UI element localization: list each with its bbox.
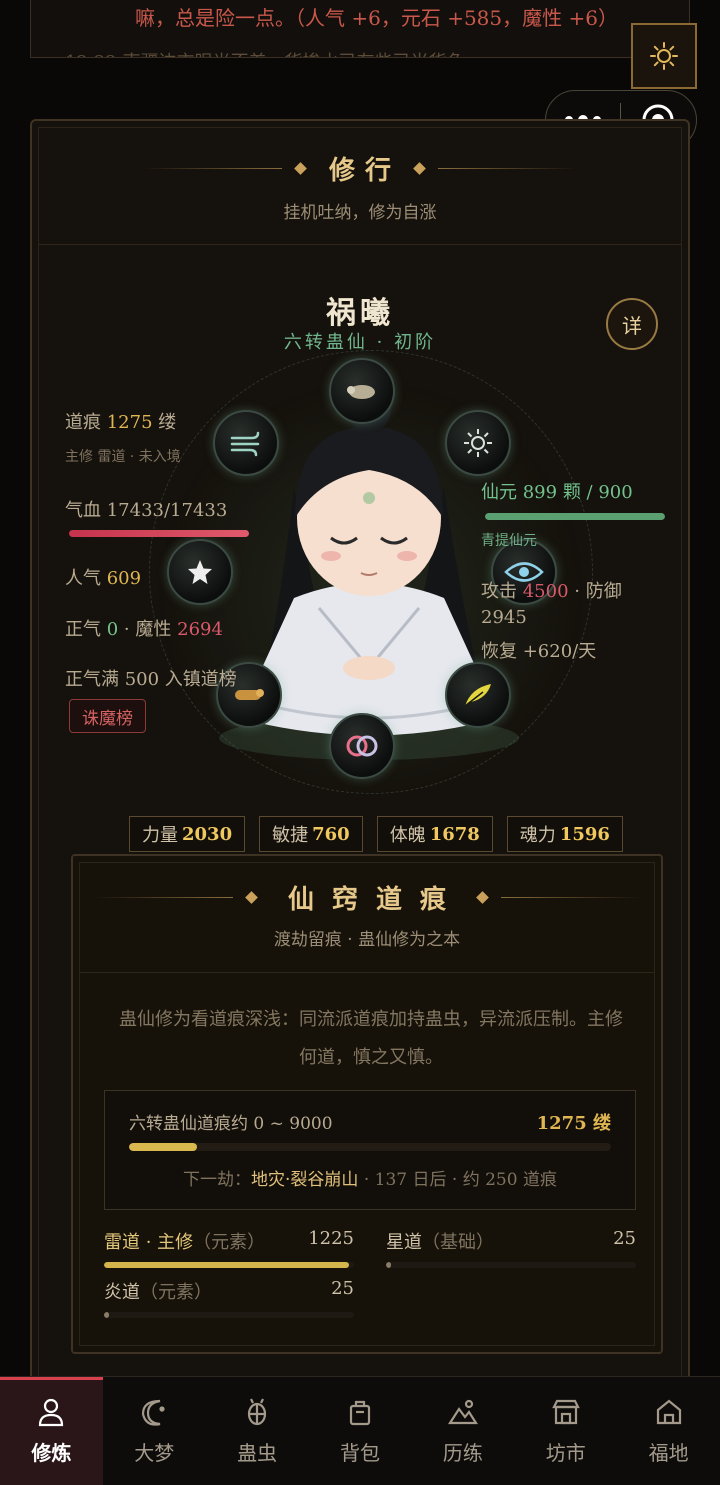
main-path-note: 主修 雷道 · 未入境: [65, 449, 181, 465]
bug-icon: [248, 1398, 267, 1426]
xianyuan-bar: [485, 513, 665, 520]
bag-icon: [349, 1400, 371, 1426]
defense-value: 2945: [481, 607, 527, 628]
daohen-description: 蛊仙修为看道痕深浅：同流派道痕加持蛊虫，异流派压制。主修何道，慎之又慎。: [119, 1009, 623, 1068]
nav-item-dream[interactable]: 大梦: [103, 1377, 206, 1485]
xianyuan-stat: 仙元 899 颗 / 900: [481, 482, 633, 503]
nav-item-adventure[interactable]: 历练: [411, 1377, 514, 1485]
xianyuan-type: 青提仙元: [481, 533, 537, 549]
cicada-gu-icon[interactable]: [329, 358, 395, 424]
range-progress-fill: [129, 1143, 198, 1151]
zhumo-rank-button[interactable]: 诛魔榜: [69, 699, 146, 733]
nav-item-bag[interactable]: 背包: [309, 1377, 412, 1485]
theme-toggle-button[interactable]: [631, 23, 697, 89]
dao-path-item: 炎道（元素） 25: [104, 1278, 354, 1322]
mountain-icon: [447, 1399, 478, 1425]
section-subtitle: 挂机吐纳，修为自涨: [283, 203, 437, 223]
detail-button[interactable]: 详: [606, 298, 658, 350]
recover-stat: 恢复 +620/天: [481, 641, 597, 662]
xianyuan-bar-fill: [485, 513, 665, 520]
section-subtitle: 渡劫留痕 · 蛊仙修为之本: [273, 930, 461, 950]
sun-icon[interactable]: [445, 410, 511, 476]
event-log: 嘛，总是险一点。（人气 +6，元石 +585，魔性 +6） 12:22 南疆边市…: [30, 0, 690, 58]
daohen-range-box: 六转蛊仙道痕约 0 ~ 9000 1275 缕 下一劫：地灾·裂谷崩山 · 13…: [104, 1090, 636, 1210]
nav-item-cultivate[interactable]: 修炼: [0, 1377, 103, 1485]
nav-item-home[interactable]: 福地: [617, 1377, 720, 1485]
attack-stat: 攻击 4500 · 防御: [481, 581, 622, 602]
attribute-chip: 魂力 1596: [506, 816, 623, 852]
renqi-stat: 人气 609: [65, 568, 142, 589]
hp-stat: 气血 17433/17433: [65, 500, 228, 521]
nav-item-market[interactable]: 坊市: [514, 1377, 617, 1485]
log-entry: 12:22 南疆边市眼光不差，货掺水已有些已当货色: [65, 48, 465, 57]
attribute-list: 力量 2030 敏捷 760 体魄 1678 魂力 1596: [129, 816, 623, 852]
attribute-chip: 力量 2030: [129, 816, 246, 852]
bottom-nav: 修炼 大梦 蛊虫 背包 历练 坊市 福地: [0, 1376, 720, 1485]
daohen-panel: 仙窍道痕 渡劫留痕 · 蛊仙修为之本 蛊仙修为看道痕深浅：同流派道痕加持蛊虫，异…: [71, 854, 663, 1354]
star-icon[interactable]: [167, 539, 233, 605]
dao-path-item: 星道（基础） 25: [386, 1228, 636, 1272]
daohen-stat: 道痕 1275 缕: [65, 412, 177, 433]
rings-icon[interactable]: [329, 713, 395, 779]
sun-icon: [650, 42, 678, 70]
cultivation-panel: 修行 挂机吐纳，修为自涨 祸曦 六转蛊仙 · 初阶 详 道痕 1275 缕 主修…: [30, 119, 690, 1419]
person-icon: [39, 1398, 64, 1427]
section-title: 仙窍道痕: [287, 885, 464, 915]
range-label: 六转蛊仙道痕约 0 ~ 9000: [129, 1114, 333, 1134]
range-progress-bar: [129, 1143, 611, 1151]
next-disaster: 下一劫：地灾·裂谷崩山 · 137 日后 · 约 250 道痕: [183, 1170, 557, 1190]
attribute-chip: 敏捷 760: [259, 816, 363, 852]
range-value: 1275 缕: [536, 1113, 611, 1134]
wind-icon[interactable]: [213, 410, 279, 476]
home-icon: [656, 1399, 681, 1425]
section-title: 修行: [328, 156, 401, 186]
dao-path-item: 雷道 · 主修（元素） 1225: [104, 1228, 354, 1272]
log-entry: 嘛，总是险一点。（人气 +6，元石 +585，魔性 +6）: [135, 6, 618, 30]
zhengqi-note: 正气满 500 入镇道榜: [65, 669, 237, 690]
moon-icon: [142, 1399, 165, 1426]
morality-stat: 正气 0 · 魔性 2694: [65, 619, 223, 640]
nav-item-gu[interactable]: 蛊虫: [206, 1377, 309, 1485]
section-header: 修行 挂机吐纳，修为自涨: [39, 128, 681, 245]
attribute-chip: 体魄 1678: [376, 816, 493, 852]
section-header: 仙窍道痕 渡劫留痕 · 蛊仙修为之本: [80, 863, 654, 973]
shop-icon: [551, 1399, 580, 1425]
hp-bar: [69, 530, 249, 537]
character-name: 祸曦: [326, 296, 394, 331]
feather-icon[interactable]: [445, 662, 511, 728]
